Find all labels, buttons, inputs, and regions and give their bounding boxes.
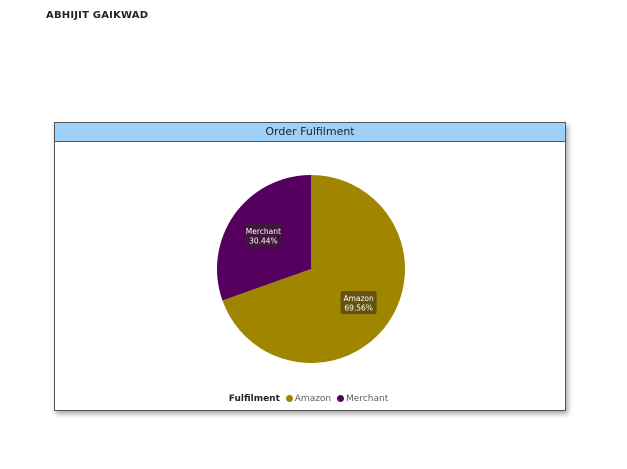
data-label-category: Merchant [246, 227, 281, 236]
pie-slices [216, 175, 405, 363]
data-label-amazon: Amazon69.56% [340, 291, 377, 315]
order-fulfilment-visual[interactable]: Order Fulfilment Amazon 69.56% Merchant 30.… [54, 122, 566, 411]
author-name: ABHIJIT GAIKWAD [46, 10, 149, 21]
data-label-value: 69.56% [344, 304, 373, 313]
legend-title: Fulfilment [228, 394, 280, 404]
chart-legend: Fulfilment Amazon Merchant [55, 394, 565, 404]
legend-dot-merchant [337, 394, 345, 402]
pie-chart: Amazon69.56% Merchant30.44% [216, 175, 405, 363]
legend-label-merchant: Merchant [346, 394, 389, 404]
report-page: ABHIJIT GAIKWAD Order Fulfilment Amazon 6… [0, 0, 627, 469]
legend-label-amazon: Amazon [294, 394, 332, 404]
legend-dot-amazon [285, 394, 293, 402]
data-label-merchant: Merchant30.44% [245, 223, 282, 247]
legend-item-merchant[interactable]: Merchant [337, 394, 388, 404]
data-label-value: 30.44% [249, 236, 278, 245]
legend-item-amazon[interactable]: Amazon [285, 394, 332, 404]
visual-title: Order Fulfilment [55, 123, 565, 142]
data-label-category: Amazon [343, 294, 374, 303]
